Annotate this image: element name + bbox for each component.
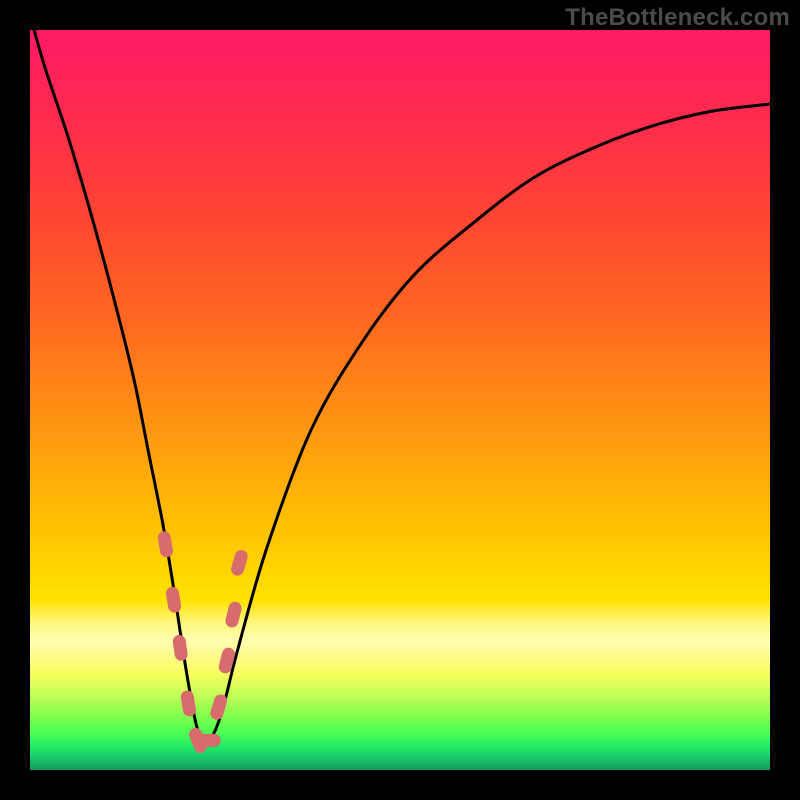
watermark-text: TheBottleneck.com xyxy=(565,4,790,32)
plot-area xyxy=(30,30,770,770)
curve-marker xyxy=(180,690,197,718)
bottleneck-curve xyxy=(30,15,770,742)
curve-marker xyxy=(195,734,221,747)
curve-marker xyxy=(224,600,243,628)
curve-marker xyxy=(230,549,250,578)
curve-marker xyxy=(209,693,229,722)
curve-marker xyxy=(157,530,174,558)
curve-marker xyxy=(165,586,182,614)
curve-marker xyxy=(172,634,189,662)
plot-svg xyxy=(30,30,770,770)
chart-frame: TheBottleneck.com xyxy=(0,0,800,800)
